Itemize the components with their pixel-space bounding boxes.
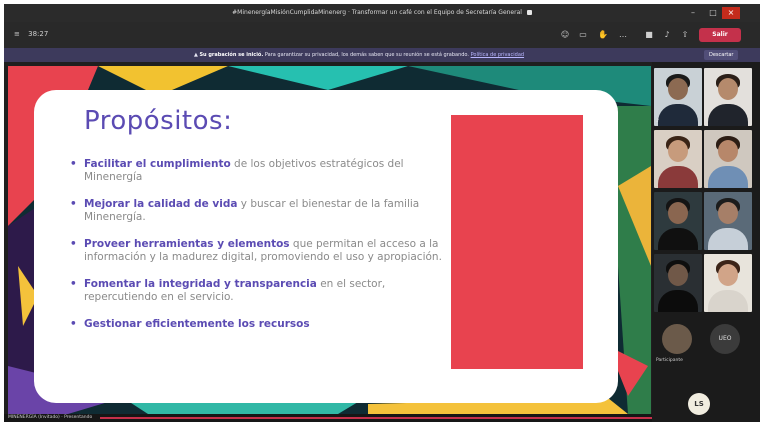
slide-title: Propósitos: xyxy=(84,106,233,136)
presentation-slide: Propósitos: • Facilitar el cumplimiento … xyxy=(34,90,618,403)
bullet: • xyxy=(70,318,77,330)
presenter-divider xyxy=(100,417,652,419)
title-bar: #MinenergíaMisiónCumplidaMinenerg · Tran… xyxy=(4,4,760,22)
list-item: • Gestionar eficientemente los recursos xyxy=(70,318,450,331)
list-item: • Proveer herramientas y elementos que p… xyxy=(70,238,450,264)
item-emphasis: Proveer herramientas y elementos xyxy=(84,238,290,250)
presenter-bar: MINENERGÍA (Invitado) · Presentando xyxy=(4,414,652,422)
list-item: • Facilitar el cumplimiento de los objet… xyxy=(70,158,450,184)
maximize-icon[interactable]: □ xyxy=(704,7,722,19)
privacy-link[interactable]: Política de privacidad xyxy=(471,52,524,58)
teams-window: #MinenergíaMisiónCumplidaMinenerg · Tran… xyxy=(4,4,760,422)
participant-video[interactable]: ♪ xyxy=(654,68,702,126)
share-icon[interactable]: ⇧ xyxy=(680,30,690,40)
banner-message: Para garantizar su privacidad, los demás… xyxy=(264,52,469,58)
image-placeholder xyxy=(451,115,583,369)
self-avatar[interactable]: LS xyxy=(688,393,710,415)
dismiss-button[interactable]: Descartar xyxy=(704,50,739,60)
item-emphasis: Mejorar la calidad de vida xyxy=(84,198,238,210)
chat-icon[interactable]: ▭ xyxy=(578,30,588,40)
meeting-timer: 38:27 xyxy=(28,30,49,38)
people-icon[interactable]: ☺ xyxy=(560,30,570,40)
participant-video[interactable] xyxy=(704,68,752,126)
close-icon[interactable]: × xyxy=(722,7,740,19)
camera-icon[interactable]: ■ xyxy=(644,30,654,40)
item-emphasis: Facilitar el cumplimiento xyxy=(84,158,231,170)
participant-name: Participante xyxy=(656,358,683,363)
shared-screen: Propósitos: • Facilitar el cumplimiento … xyxy=(8,66,651,414)
bullet: • xyxy=(70,278,77,290)
purpose-list: • Facilitar el cumplimiento de los objet… xyxy=(70,158,450,345)
leave-button[interactable]: Salir xyxy=(699,28,741,42)
warning-icon: ▲ xyxy=(194,52,198,58)
list-item: • Mejorar la calidad de vida y buscar el… xyxy=(70,198,450,224)
item-emphasis: Gestionar eficientemente los recursos xyxy=(84,318,310,330)
participant-video[interactable] xyxy=(654,254,702,312)
record-icon xyxy=(526,10,532,15)
participant-gallery: ♪ Participante UEO LS xyxy=(652,62,760,422)
participant-video[interactable] xyxy=(704,192,752,250)
participant-avatar[interactable] xyxy=(662,324,692,354)
meeting-toolbar: ≡ 38:27 ☺ ▭ ✋ … ■ ♪ ⇧ Salir xyxy=(4,22,760,48)
recording-banner: ▲ Su grabación se inició. Para garantiza… xyxy=(4,48,760,62)
mic-icon[interactable]: ♪ xyxy=(662,30,672,40)
participant-avatar[interactable]: UEO xyxy=(710,324,740,354)
participant-video[interactable] xyxy=(704,130,752,188)
item-emphasis: Fomentar la integridad y transparencia xyxy=(84,278,317,290)
window-title: #MinenergíaMisiónCumplidaMinenerg · Tran… xyxy=(232,9,522,16)
mic-icon: ♪ xyxy=(656,118,660,124)
bullet: • xyxy=(70,238,77,250)
minimize-icon[interactable]: – xyxy=(684,7,702,19)
presenter-name: MINENERGÍA (Invitado) · Presentando xyxy=(8,415,93,420)
menu-icon[interactable]: ≡ xyxy=(14,30,20,38)
participant-video[interactable] xyxy=(654,192,702,250)
reaction-icon[interactable]: ✋ xyxy=(598,30,608,40)
bullet: • xyxy=(70,158,77,170)
participant-video[interactable] xyxy=(654,130,702,188)
bullet: • xyxy=(70,198,77,210)
banner-bold: Su grabación se inició. xyxy=(199,52,264,58)
more-icon[interactable]: … xyxy=(618,30,628,40)
participant-video[interactable] xyxy=(704,254,752,312)
list-item: • Fomentar la integridad y transparencia… xyxy=(70,278,450,304)
